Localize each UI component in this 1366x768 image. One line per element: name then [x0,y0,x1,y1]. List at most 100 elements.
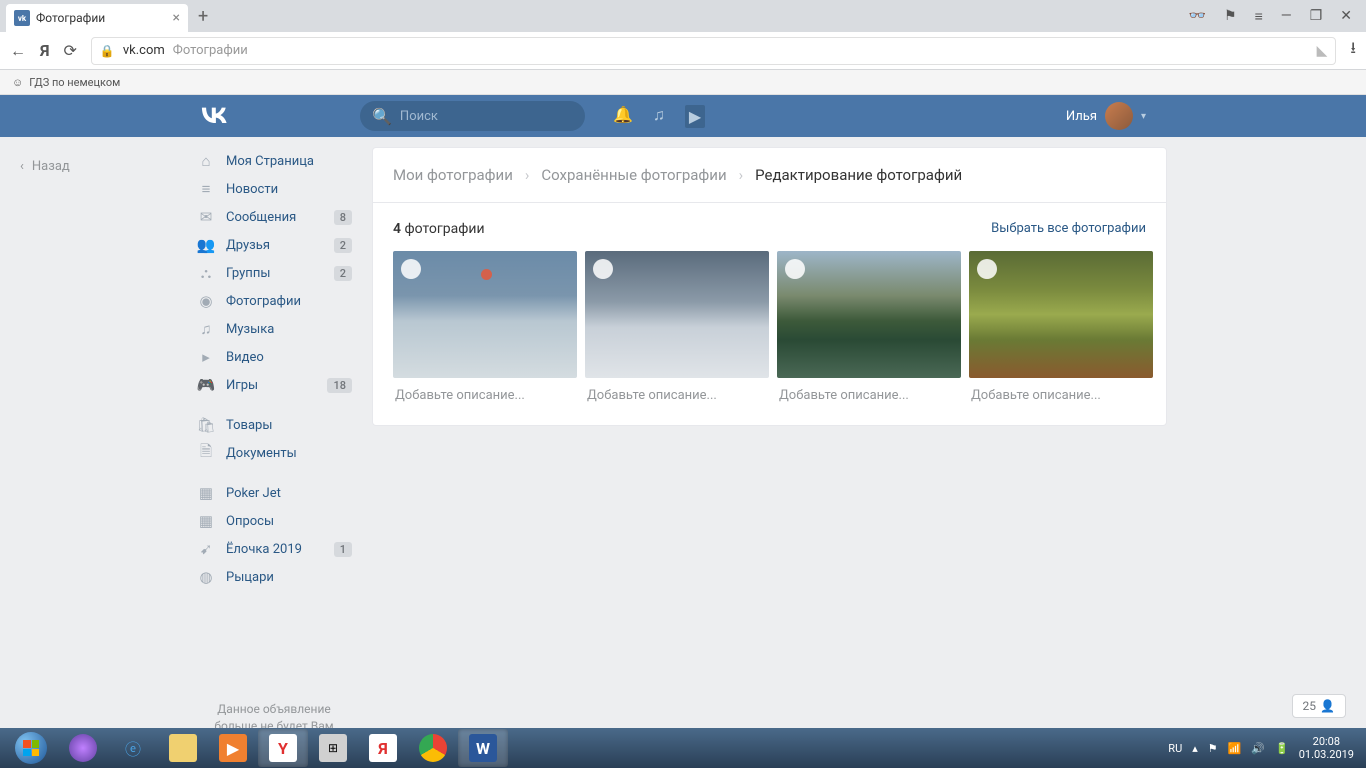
photo-description-input[interactable] [393,378,577,403]
tray-arrow-icon[interactable]: ▴ [1192,742,1198,755]
sidebar-item[interactable]: ▦Poker Jet [190,479,358,507]
vk-logo[interactable] [200,104,360,129]
nav-label: Музыка [226,322,274,337]
nav-label: Товары [226,418,272,433]
tray-flag-icon[interactable]: ⚑ [1208,742,1218,755]
address-bar: ← Я ⟳ 🔒 vk.com Фотографии ◣ ⭳ [0,32,1366,70]
notifications-icon[interactable]: 🔔 [613,105,633,128]
photo-panel: Мои фотографии › Сохранённые фотографии … [372,147,1167,426]
nav-label: Фотографии [226,294,301,309]
minimize-icon[interactable]: — [1281,8,1292,25]
sidebar-item[interactable]: ◉Фотографии [190,287,358,315]
photo-checkbox[interactable] [785,259,805,279]
play-icon[interactable]: ▶ [685,105,705,128]
photo-checkbox[interactable] [401,259,421,279]
sidebar-item[interactable]: ⌂ Моя Страница [190,147,358,175]
taskbar-explorer[interactable] [158,729,208,767]
nav-icon: ▸ [196,348,216,366]
tray-lang[interactable]: RU [1168,742,1182,755]
tray-clock[interactable]: 20:08 01.03.2019 [1299,735,1354,761]
chevron-right-icon: › [525,166,530,184]
friends-online-badge[interactable]: 25 👤 [1292,694,1346,718]
sidebar-item[interactable]: ≡Новости [190,175,358,203]
select-all-link[interactable]: Выбрать все фотографии [991,221,1146,237]
taskbar-yandex2[interactable]: Я [358,729,408,767]
close-window-icon[interactable]: ✕ [1340,8,1352,25]
taskbar-calc[interactable]: ⊞ [308,729,358,767]
taskbar-media[interactable]: ▶ [208,729,258,767]
taskbar-chrome[interactable] [408,729,458,767]
photo-thumbnail[interactable] [585,251,769,378]
url-input[interactable]: 🔒 vk.com Фотографии ◣ [91,37,1336,65]
music-icon[interactable]: ♫ [653,105,665,128]
sidebar-item[interactable]: ➹Ёлочка 20191 [190,535,358,563]
avatar [1105,102,1133,130]
yandex-button[interactable]: Я [40,41,50,60]
maximize-icon[interactable]: ❐ [1310,8,1323,25]
nav-label: Моя Страница [226,154,314,169]
photo-thumbnail[interactable] [969,251,1153,378]
vk-favicon: vk [14,10,30,26]
photo-description-input[interactable] [777,378,961,403]
bookmark-icon[interactable]: ◣ [1317,43,1328,59]
reload-button[interactable]: ⟳ [64,41,77,60]
downloads-icon[interactable]: ⭳ [1350,37,1356,64]
back-button[interactable]: ← [10,41,26,61]
bookmark-item[interactable]: ГДЗ по немецком [29,76,120,89]
photo-thumbnail[interactable] [393,251,577,378]
photo-grid [373,251,1166,425]
tray-network-icon[interactable]: 📶 [1228,742,1242,755]
nav-icon: ▦ [196,512,216,530]
start-button[interactable] [4,728,58,768]
system-tray: RU ▴ ⚑ 📶 🔊 🔋 20:08 01.03.2019 [1168,735,1362,761]
search-input[interactable] [400,109,573,124]
taskbar-ie[interactable]: ⓔ [108,729,158,767]
menu-icon[interactable]: ≡ [1255,8,1263,25]
photo-checkbox[interactable] [593,259,613,279]
nav-label: Новости [226,182,278,197]
nav-icon: 🗎 [196,441,216,466]
sidebar-item[interactable]: ⛬Группы2 [190,259,358,287]
sidebar-item[interactable]: 👥Друзья2 [190,231,358,259]
tray-volume-icon[interactable]: 🔊 [1251,742,1265,755]
lock-icon: 🔒 [100,44,115,58]
browser-tab[interactable]: vk Фотографии × [6,4,188,32]
nav-badge: 2 [334,238,352,253]
tray-battery-icon[interactable]: 🔋 [1275,742,1289,755]
photo-thumbnail[interactable] [777,251,961,378]
nav-badge: 18 [327,378,352,393]
search-box[interactable]: 🔍 [360,101,585,131]
sidebar-item[interactable]: ♫Музыка [190,315,358,343]
user-menu[interactable]: Илья ▾ [1066,102,1146,130]
taskbar-word[interactable]: W [458,729,508,767]
breadcrumb-current: Редактирование фотографий [755,166,962,184]
taskbar-yandex[interactable]: Y [258,729,308,767]
sidebar-item[interactable]: 🎮Игры18 [190,371,358,399]
emoji-bookmark[interactable]: ☺ [12,76,23,89]
nav-label: Друзья [226,238,270,253]
photo-checkbox[interactable] [977,259,997,279]
nav-label: Видео [226,350,264,365]
close-tab-icon[interactable]: × [173,10,180,26]
sidebar-item[interactable]: ▸ Видео [190,343,358,371]
photo-description-input[interactable] [969,378,1153,403]
person-icon: 👤 [1320,699,1335,713]
back-link[interactable]: ‹ Назад [20,159,190,174]
nav-badge: 2 [334,266,352,281]
breadcrumb-level2[interactable]: Сохранённые фотографии [541,166,726,184]
photo-description-input[interactable] [585,378,769,403]
nav-icon: ⌂ [196,152,216,170]
taskbar-cortana[interactable] [58,729,108,767]
sidebar-item[interactable]: 🗎 Документы [190,439,358,467]
sidebar-item[interactable]: ✉Сообщения8 [190,203,358,231]
new-tab-button[interactable]: + [198,6,208,27]
sidebar-item[interactable]: ▦Опросы [190,507,358,535]
sidebar-item[interactable]: 🛍Товары [190,411,358,439]
breadcrumb-level1[interactable]: Мои фотографии [393,166,513,184]
photo-card [969,251,1153,403]
extensions-icon[interactable]: ⚑ [1224,8,1237,25]
nav-label: Документы [226,446,297,461]
sidebar-item[interactable]: ◍Рыцари [190,563,358,591]
incognito-icon[interactable]: 👓 [1189,8,1206,25]
photo-card [777,251,961,403]
